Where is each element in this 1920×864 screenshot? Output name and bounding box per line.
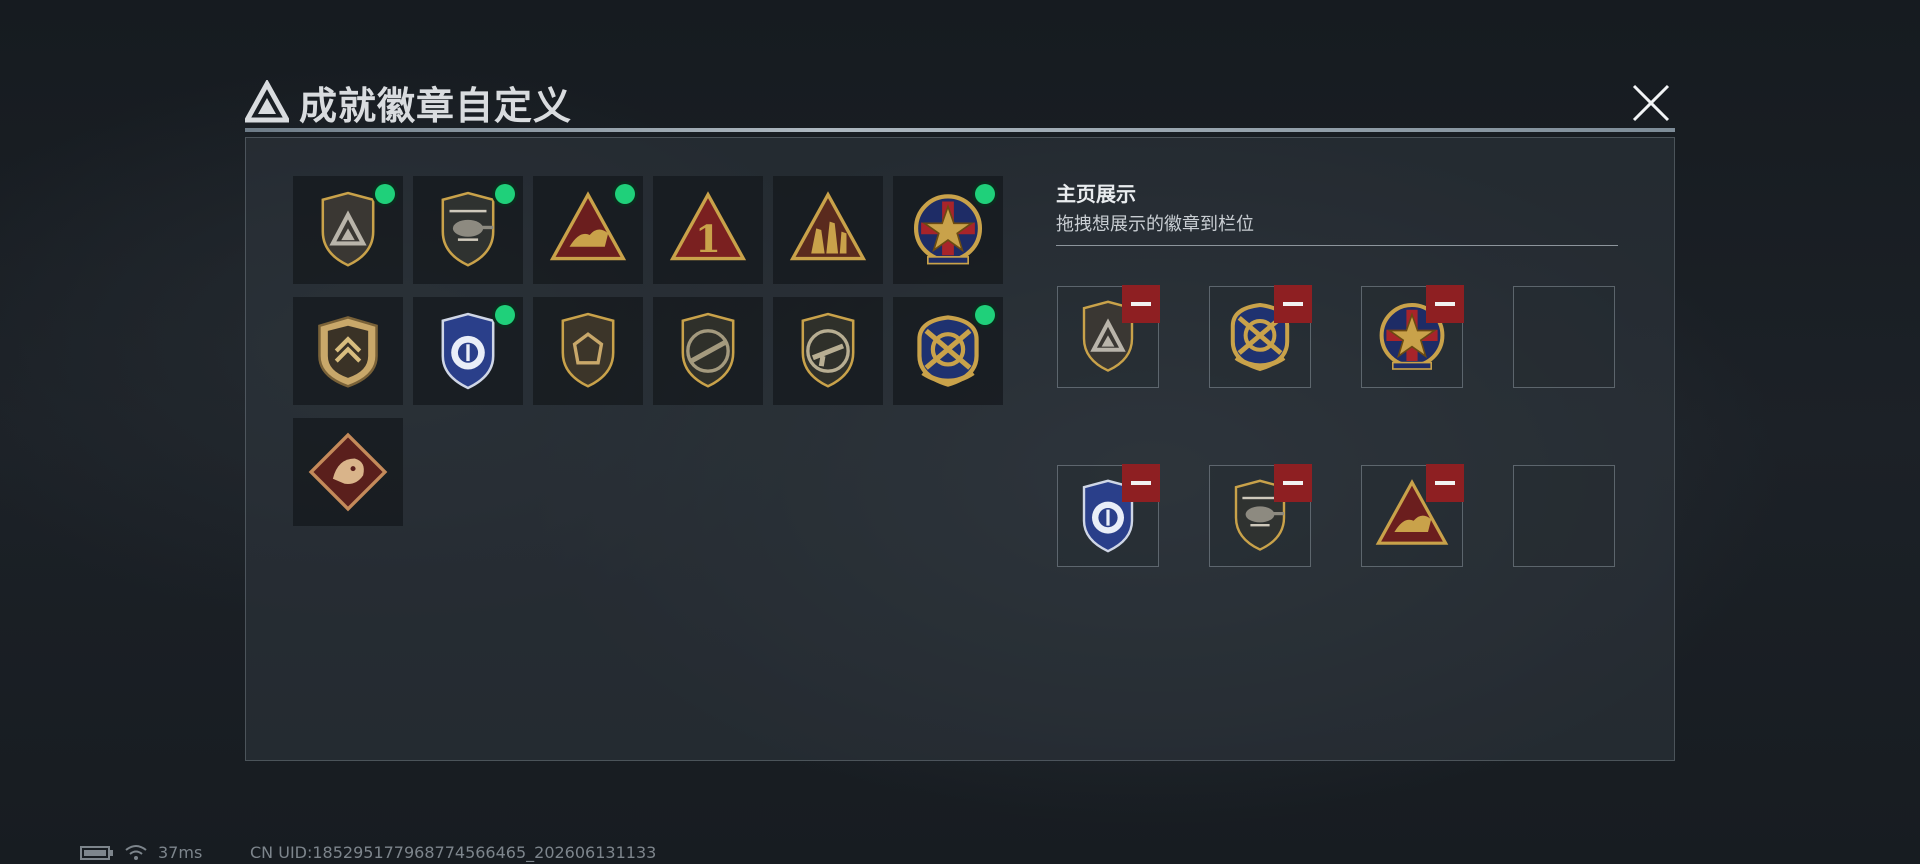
ping-value: 37ms xyxy=(158,843,203,862)
badge-cell[interactable] xyxy=(773,176,883,284)
display-slot-filled[interactable] xyxy=(1057,464,1160,567)
minus-icon xyxy=(1283,481,1303,485)
game-logo-icon xyxy=(245,80,289,123)
new-badge-dot xyxy=(975,305,995,325)
remove-badge-button[interactable] xyxy=(1274,285,1312,323)
dragon-diamond-badge-icon xyxy=(308,432,388,512)
remove-badge-button[interactable] xyxy=(1122,464,1160,502)
header-divider xyxy=(245,128,1675,132)
number-one-triangle-badge-icon: 1 xyxy=(669,191,747,261)
uid-text: CN UID:185295177968774566465_20260613113… xyxy=(250,843,657,862)
display-slot-empty[interactable] xyxy=(1513,465,1615,567)
new-badge-dot xyxy=(375,184,395,204)
rifle-shield-badge-icon xyxy=(681,312,735,388)
badge-cell[interactable] xyxy=(653,297,763,405)
display-slot-filled[interactable] xyxy=(1057,285,1160,388)
new-badge-dot xyxy=(975,184,995,204)
new-badge-dot xyxy=(615,184,635,204)
badge-cell[interactable] xyxy=(293,297,403,405)
display-slot-filled[interactable] xyxy=(1209,464,1312,567)
display-slot-empty[interactable] xyxy=(1513,286,1615,388)
battery-icon xyxy=(80,845,113,860)
new-badge-dot xyxy=(495,305,515,325)
smg-shield-badge-icon xyxy=(801,312,855,388)
home-display-divider xyxy=(1056,245,1618,246)
badge-cell[interactable]: 1 xyxy=(653,176,763,284)
chevron-shield-badge-icon xyxy=(318,316,378,388)
display-slot-filled[interactable] xyxy=(1361,285,1464,388)
close-icon[interactable] xyxy=(1628,80,1674,126)
page-title: 成就徽章自定义 xyxy=(299,83,573,128)
svg-text:1: 1 xyxy=(695,217,721,261)
remove-badge-button[interactable] xyxy=(1122,285,1160,323)
badge-cell[interactable] xyxy=(773,297,883,405)
remove-badge-button[interactable] xyxy=(1426,464,1464,502)
polygon-shield-badge-icon xyxy=(561,312,615,388)
badge-cell[interactable] xyxy=(413,176,523,284)
minus-icon xyxy=(1435,481,1455,485)
remove-badge-button[interactable] xyxy=(1426,285,1464,323)
badge-cell[interactable] xyxy=(413,297,523,405)
home-display-subtitle: 拖拽想展示的徽章到栏位 xyxy=(1056,214,1254,235)
badge-cell[interactable] xyxy=(293,418,403,526)
dialog-header: 成就徽章自定义 xyxy=(245,72,572,132)
badge-cell[interactable] xyxy=(893,297,1003,405)
display-slot-filled[interactable] xyxy=(1361,464,1464,567)
display-slot-filled[interactable] xyxy=(1209,285,1312,388)
badge-cell[interactable] xyxy=(533,176,643,284)
minus-icon xyxy=(1283,302,1303,306)
badge-cell[interactable] xyxy=(533,297,643,405)
minus-icon xyxy=(1131,302,1151,306)
status-bar: 37ms CN UID:185295177968774566465_202606… xyxy=(80,843,656,862)
new-badge-dot xyxy=(495,184,515,204)
minus-icon xyxy=(1131,481,1151,485)
minus-icon xyxy=(1435,302,1455,306)
soldiers-triangle-badge-icon xyxy=(789,191,867,261)
wifi-icon xyxy=(125,844,147,860)
home-display-title: 主页展示 xyxy=(1056,182,1136,206)
badge-cell[interactable] xyxy=(893,176,1003,284)
badge-cell[interactable] xyxy=(293,176,403,284)
remove-badge-button[interactable] xyxy=(1274,464,1312,502)
